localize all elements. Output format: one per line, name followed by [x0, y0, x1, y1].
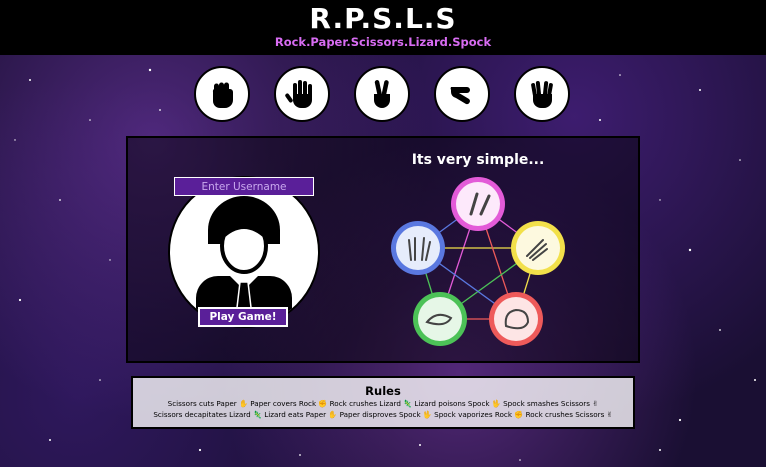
rules-line-1: Scissors cuts Paper ✋ Paper covers Rock … [167, 399, 599, 408]
open-hand-icon [285, 80, 312, 108]
play-game-button[interactable]: Play Game! [198, 307, 288, 327]
app-subtitle: Rock.Paper.Scissors.Lizard.Spock [274, 35, 492, 49]
rules-title: Rules [365, 384, 401, 398]
player-avatar [168, 176, 320, 328]
victory-hand-icon [374, 80, 390, 108]
diagram-node-lizard [413, 292, 467, 346]
vulcan-salute-icon [531, 80, 553, 108]
rpsls-rules-diagram [391, 177, 565, 346]
user-avatar-icon [196, 196, 292, 326]
app-header: R.P.S.L.S Rock.Paper.Scissors.Lizard.Spo… [0, 0, 766, 55]
app-title: R.P.S.L.S [309, 2, 457, 35]
choice-scissors-button[interactable] [354, 66, 410, 122]
rules-box: Rules Scissors cuts Paper ✋ Paper covers… [131, 376, 635, 429]
fist-icon [212, 82, 233, 108]
choice-bar [194, 66, 574, 124]
diagram-heading: Its very simple... [411, 152, 545, 168]
diagram-node-scissors [451, 177, 505, 231]
diagram-node-paper [511, 221, 565, 275]
username-input[interactable] [174, 177, 314, 196]
rules-line-2: Scissors decapitates Lizard 🦎 Lizard eat… [153, 410, 613, 419]
game-panel: Play Game! Its very simple... [126, 136, 640, 363]
choice-paper-button[interactable] [274, 66, 330, 122]
choice-rock-button[interactable] [194, 66, 250, 122]
choice-lizard-button[interactable] [434, 66, 490, 122]
diagram-node-spock [391, 221, 445, 275]
diagram-node-rock [489, 292, 543, 346]
choice-spock-button[interactable] [514, 66, 570, 122]
lizard-hand-icon [450, 87, 470, 105]
